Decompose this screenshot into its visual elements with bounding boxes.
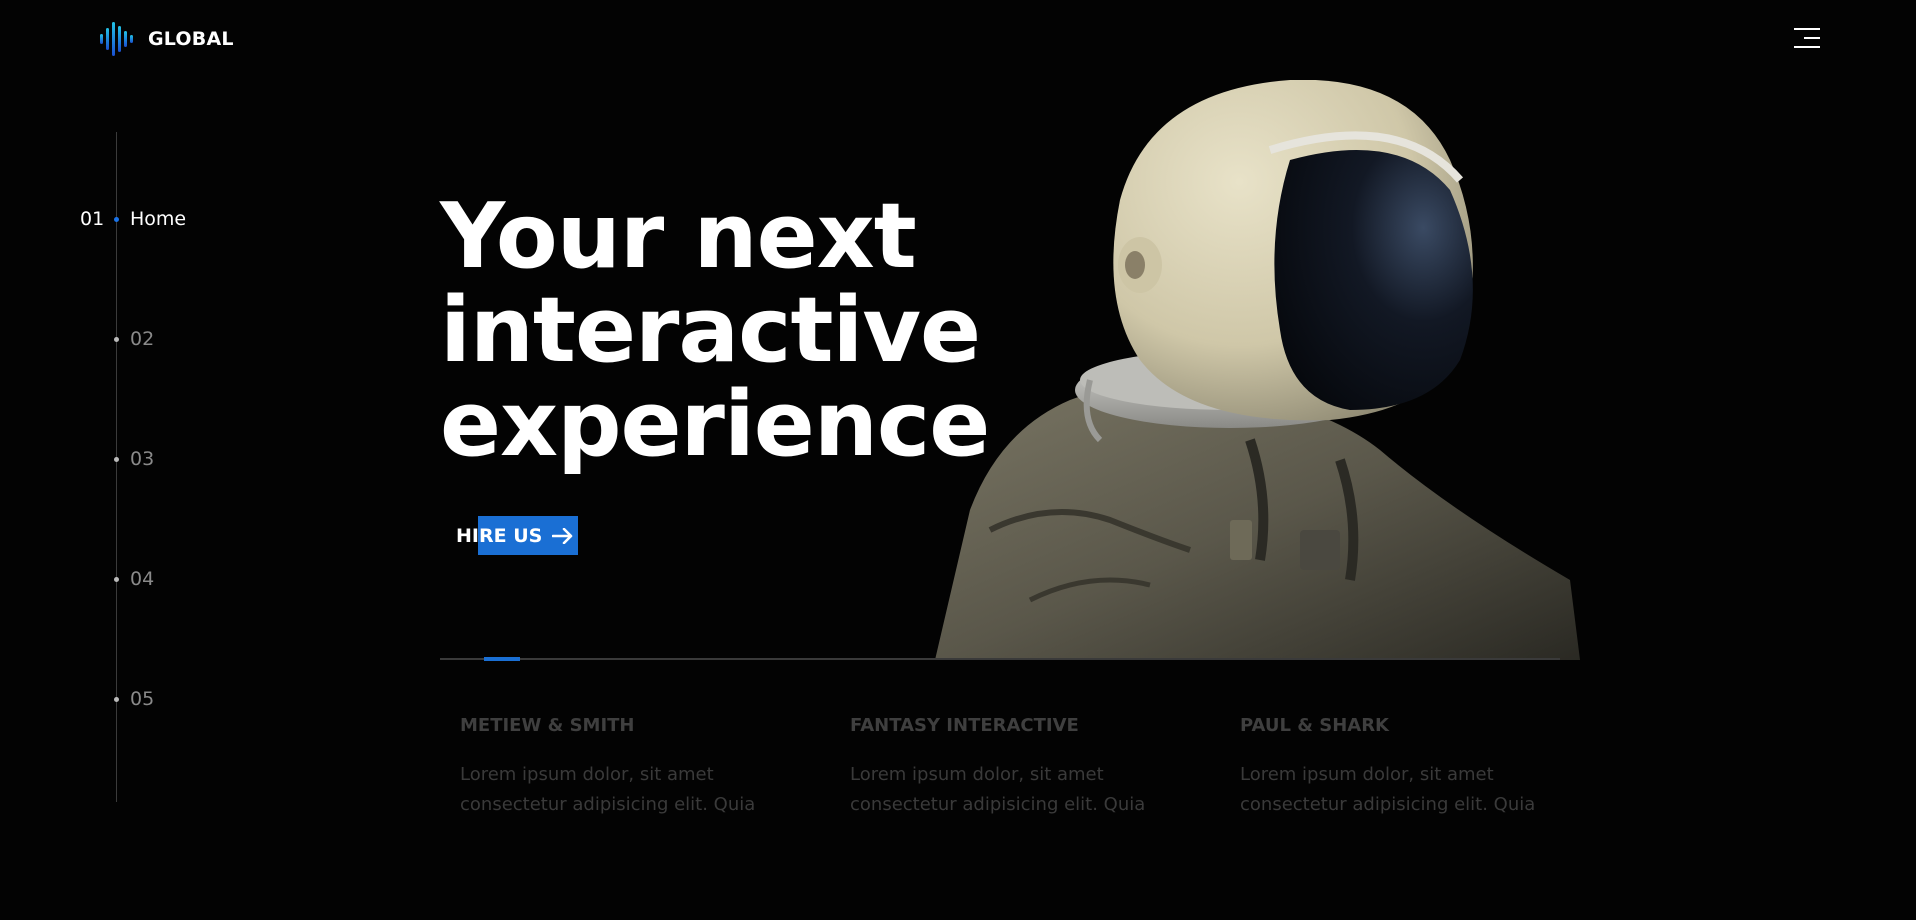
client-card-title: METIEW & SMITH [460, 715, 635, 736]
side-nav-dot [114, 577, 119, 582]
client-card[interactable]: METIEW & SMITH Lorem ipsum dolor, sit am… [460, 715, 790, 820]
hero-title-line: interactive [440, 278, 981, 383]
client-card[interactable]: PAUL & SHARK Lorem ipsum dolor, sit amet… [1240, 715, 1570, 820]
hire-us-label: HIRE US [456, 524, 543, 547]
side-nav-label: Home [130, 208, 187, 230]
side-nav-dot [114, 217, 119, 222]
side-nav-label: 02 [130, 328, 155, 350]
client-card-title: FANTASY INTERACTIVE [850, 715, 1079, 736]
side-nav-dot [114, 337, 119, 342]
side-nav-dot [114, 457, 119, 462]
logo[interactable]: GLOBAL [98, 22, 234, 56]
arrow-right-icon [552, 527, 573, 544]
side-nav-dot [114, 697, 119, 702]
client-card[interactable]: FANTASY INTERACTIVE Lorem ipsum dolor, s… [850, 715, 1180, 820]
hire-us-button[interactable]: HIRE US [456, 516, 578, 555]
hero-title-line: experience [440, 372, 990, 477]
logo-text: GLOBAL [148, 28, 234, 50]
side-nav-item-home[interactable]: 01 Home [80, 207, 186, 231]
client-card-title: PAUL & SHARK [1240, 715, 1390, 736]
astronaut-photo [935, 80, 1580, 660]
side-nav-number: 01 [80, 208, 105, 230]
side-nav-label: 03 [130, 448, 155, 470]
side-nav-label: 05 [130, 688, 155, 710]
client-card-text: Lorem ipsum dolor, sit amet consectetur … [460, 764, 756, 815]
hamburger-menu-icon[interactable] [1792, 28, 1820, 50]
slider-progress-indicator [484, 657, 520, 661]
client-card-text: Lorem ipsum dolor, sit amet consectetur … [1240, 764, 1536, 815]
hero-title: Your next interactive experience [440, 184, 990, 477]
side-nav-label: 04 [130, 568, 155, 590]
slider-progress-track [440, 658, 1560, 660]
hero-title-line: Your next [440, 184, 917, 289]
sound-wave-icon [100, 22, 133, 56]
client-card-text: Lorem ipsum dolor, sit amet consectetur … [850, 764, 1146, 815]
